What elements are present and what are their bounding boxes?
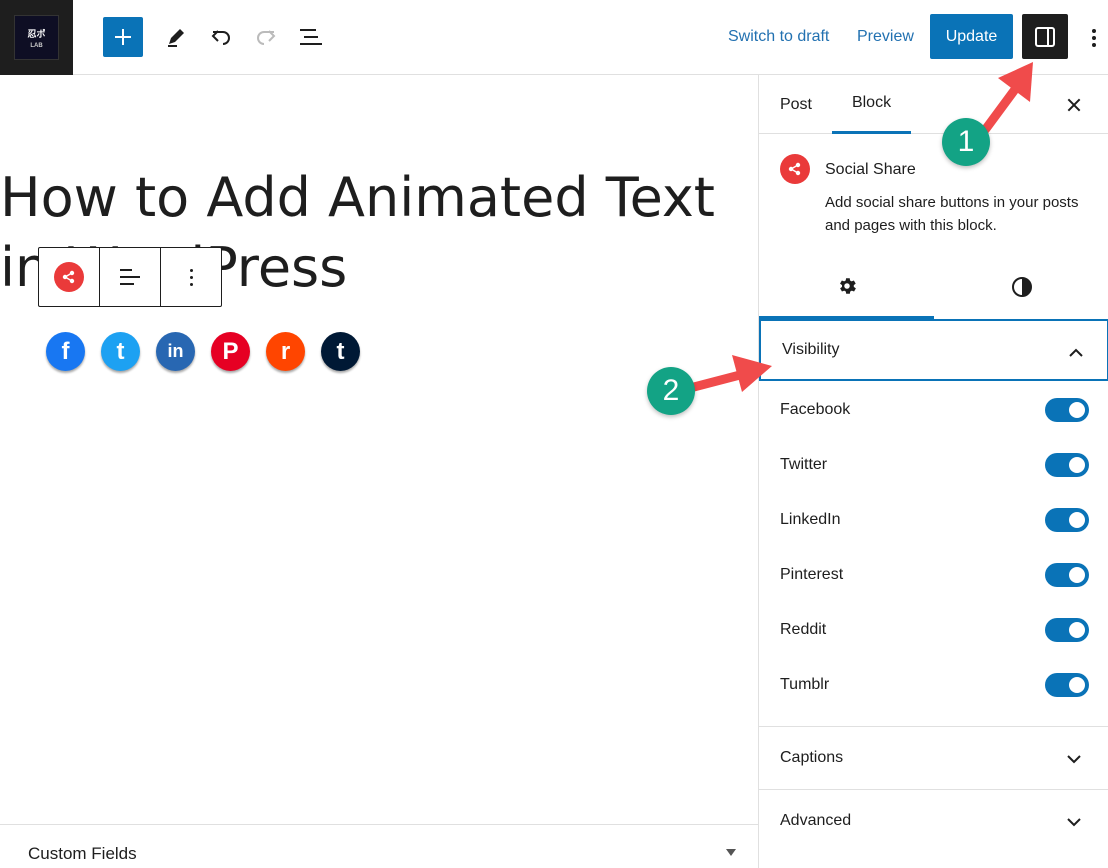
sidebar-tabs: Post Block — [759, 75, 1108, 134]
visibility-panel-label: Visibility — [782, 341, 840, 358]
more-dot — [1092, 29, 1096, 33]
annotation-badge-1: 1 — [942, 118, 990, 166]
reddit-share-button[interactable]: r — [266, 332, 305, 371]
visibility-row-pinterest: Pinterest — [759, 548, 1108, 603]
annotation-badge-2: 2 — [647, 367, 695, 415]
redo-icon — [257, 30, 276, 45]
settings-button[interactable] — [1022, 14, 1068, 59]
add-block-button[interactable] — [103, 17, 143, 57]
vertical-dots-icon — [189, 268, 193, 286]
share-icon — [780, 154, 810, 184]
pencil-icon — [168, 29, 184, 47]
visibility-row-label: Facebook — [780, 401, 851, 418]
facebook-share-button[interactable]: f — [46, 332, 85, 371]
block-toolbar — [38, 247, 222, 307]
redo-button[interactable] — [246, 17, 286, 57]
list-view-button[interactable] — [291, 17, 331, 57]
tumblr-icon: t — [336, 337, 345, 365]
pinterest-visibility-toggle[interactable] — [1045, 563, 1089, 587]
twitter-icon: t — [116, 337, 125, 365]
tab-styles[interactable] — [934, 255, 1108, 319]
site-logo-subtext: LAB — [30, 42, 43, 49]
twitter-share-button[interactable]: t — [101, 332, 140, 371]
chevron-up-icon — [1069, 348, 1083, 357]
undo-button[interactable] — [201, 17, 241, 57]
captions-panel-label: Captions — [780, 748, 844, 766]
visibility-row-label: Pinterest — [780, 566, 844, 583]
block-card-description: Add social share buttons in your posts a… — [825, 194, 1079, 234]
facebook-visibility-toggle[interactable] — [1045, 398, 1089, 422]
tab-post[interactable]: Post — [779, 75, 813, 134]
tab-settings[interactable] — [759, 255, 934, 319]
linkedin-visibility-toggle[interactable] — [1045, 508, 1089, 532]
update-button[interactable]: Update — [930, 14, 1013, 59]
site-logo-text: 忍ポ — [27, 28, 46, 39]
visibility-row-tumblr: Tumblr — [759, 658, 1108, 713]
block-type-button[interactable] — [39, 248, 100, 306]
tumblr-share-button[interactable]: t — [321, 332, 360, 371]
social-share-buttons: f t in Pr t — [46, 332, 360, 371]
visibility-row-label: Twitter — [780, 456, 828, 473]
visibility-row-label: Tumblr — [780, 676, 830, 693]
custom-fields-label: Custom Fields — [28, 844, 137, 863]
align-button[interactable] — [100, 248, 161, 306]
block-card: Social Share Add social share buttons in… — [759, 135, 1108, 255]
list-view-icon — [300, 29, 322, 45]
visibility-panel-toggle[interactable]: Visibility — [759, 319, 1108, 381]
preview-button[interactable]: Preview — [857, 28, 914, 46]
editor-page: 忍ポ LAB Switch to draft Preview Update Ho… — [0, 0, 1108, 868]
editor-header: 忍ポ LAB Switch to draft Preview Update — [0, 0, 1108, 75]
pinterest-share-button[interactable]: P — [211, 332, 250, 371]
pinterest-icon: P — [222, 337, 239, 365]
tab-block[interactable]: Block — [832, 75, 911, 134]
tumblr-visibility-toggle[interactable] — [1045, 673, 1089, 697]
linkedin-share-button[interactable]: in — [156, 332, 195, 371]
reddit-visibility-toggle[interactable] — [1045, 618, 1089, 642]
visibility-row-label: Reddit — [780, 621, 827, 638]
gear-icon — [839, 277, 856, 294]
more-options-button[interactable] — [1084, 22, 1104, 54]
custom-fields-panel[interactable]: Custom Fields — [0, 824, 758, 868]
block-inspector-tabs — [759, 255, 1108, 319]
facebook-icon: f — [61, 337, 70, 365]
chevron-down-icon — [1067, 818, 1081, 827]
share-icon — [54, 262, 84, 292]
linkedin-icon: in — [167, 341, 184, 361]
chevron-down-icon — [1067, 755, 1081, 764]
block-card-title: Social Share — [825, 161, 916, 178]
site-logo-button[interactable]: 忍ポ LAB — [0, 0, 73, 75]
undo-icon — [211, 30, 230, 45]
visibility-row-reddit: Reddit — [759, 603, 1108, 658]
reddit-icon: r — [280, 337, 291, 365]
align-left-icon — [120, 269, 140, 285]
captions-panel-toggle[interactable]: Captions — [759, 726, 1108, 788]
editor-canvas: How to Add Animated Text in WordPress — [0, 75, 758, 868]
visibility-row-facebook: Facebook — [759, 383, 1108, 438]
advanced-panel-toggle[interactable]: Advanced — [759, 789, 1108, 851]
block-options-button[interactable] — [161, 248, 221, 306]
caret-down-icon — [726, 849, 736, 856]
contrast-icon — [1011, 277, 1032, 297]
more-dot — [1092, 43, 1096, 47]
sidebar-panel-icon — [1035, 26, 1055, 47]
switch-to-draft-button[interactable]: Switch to draft — [728, 28, 829, 46]
visibility-row-label: LinkedIn — [780, 511, 841, 528]
site-logo-icon: 忍ポ LAB — [14, 15, 59, 60]
settings-sidebar: Post Block Social Share Add social share… — [758, 75, 1108, 868]
more-dot — [1092, 36, 1096, 40]
visibility-row-linkedin: LinkedIn — [759, 493, 1108, 548]
close-icon[interactable] — [1064, 95, 1084, 115]
tools-button[interactable] — [156, 17, 196, 57]
twitter-visibility-toggle[interactable] — [1045, 453, 1089, 477]
advanced-panel-label: Advanced — [780, 811, 852, 829]
visibility-row-twitter: Twitter — [759, 438, 1108, 493]
